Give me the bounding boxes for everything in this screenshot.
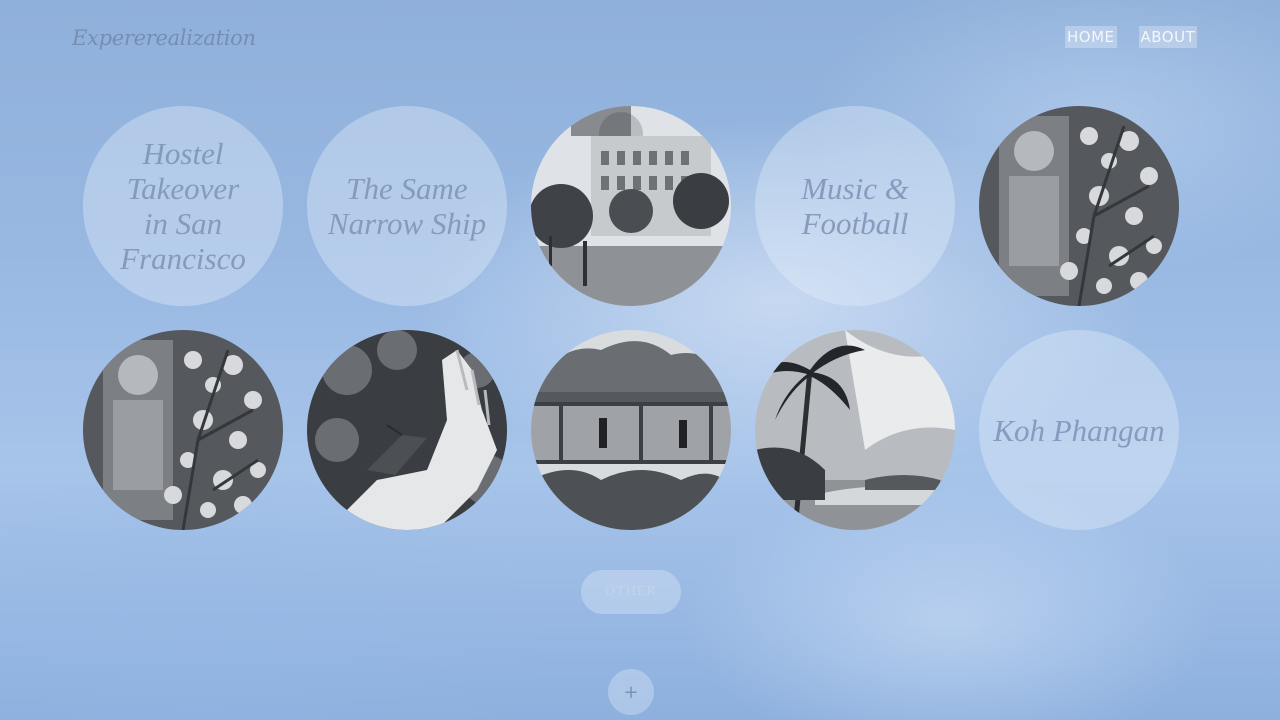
palm-beach-photo: [755, 330, 955, 530]
post-butterfly-hand[interactable]: [307, 330, 507, 530]
post-music-football[interactable]: Music & Football: [755, 106, 955, 306]
temple-statue-photo: [979, 106, 1179, 306]
post-hostel-takeover[interactable]: Hostel Takeover in San Francisco: [83, 106, 283, 306]
footbridge-photo: [531, 330, 731, 530]
temple-statue-photo: [83, 330, 283, 530]
butterfly-hand-photo: [307, 330, 507, 530]
post-koh-phangan[interactable]: Koh Phangan: [979, 330, 1179, 530]
post-street-building[interactable]: [531, 106, 731, 306]
post-same-narrow-ship[interactable]: The Same Narrow Ship: [307, 106, 507, 306]
post-palm-beach[interactable]: [755, 330, 955, 530]
post-title: Music & Football: [801, 171, 909, 241]
post-title: Koh Phangan: [993, 412, 1165, 448]
post-title: Hostel Takeover in San Francisco: [120, 136, 246, 276]
add-button[interactable]: +: [608, 669, 654, 715]
other-button[interactable]: OTHER: [581, 570, 681, 614]
street-building-photo: [531, 106, 731, 306]
post-temple-statue-1[interactable]: [979, 106, 1179, 306]
post-title: The Same Narrow Ship: [327, 171, 487, 241]
post-temple-statue-2[interactable]: [83, 330, 283, 530]
plus-icon: +: [623, 681, 639, 703]
post-footbridge[interactable]: [531, 330, 731, 530]
